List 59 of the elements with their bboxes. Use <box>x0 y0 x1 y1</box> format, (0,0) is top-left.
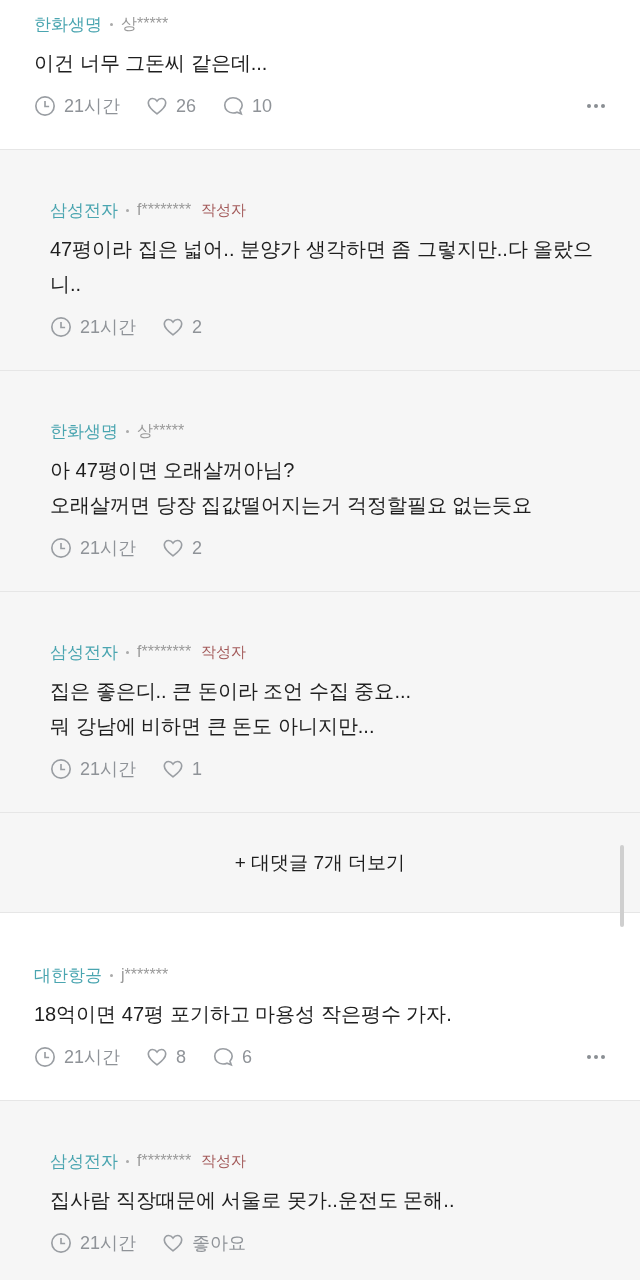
comment-text: 아 47평이면 오래살꺼아님? 오래살꺼면 당장 집값떨어지는거 걱정할필요 없는듯요 <box>50 458 534 518</box>
like-count[interactable]: 26 <box>176 95 197 117</box>
separator-dot <box>110 22 113 26</box>
user-name: f******** <box>137 201 192 219</box>
time-ago: 21시간 <box>80 316 137 339</box>
like-count[interactable]: 8 <box>176 1046 187 1068</box>
more-options-icon[interactable] <box>586 103 606 109</box>
time-ago: 21시간 <box>80 1232 137 1255</box>
heart-icon[interactable] <box>162 537 185 559</box>
user-name: j******* <box>121 966 169 984</box>
like-count[interactable]: 좋아요 <box>192 1231 247 1255</box>
like-count[interactable]: 1 <box>192 758 203 780</box>
company-name: 대한항공 <box>34 964 102 987</box>
separator-dot <box>126 650 129 654</box>
company-name: 삼성전자 <box>50 1150 118 1173</box>
clock-icon <box>50 758 72 780</box>
heart-icon[interactable] <box>162 1232 185 1254</box>
speech-bubble-icon[interactable] <box>212 1046 235 1068</box>
company-name: 한화생명 <box>34 13 102 36</box>
like-count[interactable]: 2 <box>192 537 203 559</box>
heart-icon[interactable] <box>162 758 185 780</box>
heart-icon[interactable] <box>146 95 169 117</box>
comment-text: 18억이면 47평 포기하고 마용성 작은평수 가자. <box>34 1002 453 1027</box>
scrollbar[interactable] <box>620 845 624 927</box>
heart-icon[interactable] <box>162 316 185 338</box>
comment-text: 집은 좋은디.. 큰 돈이라 조언 수집 중요... 뭐 강남에 비하면 큰 돈도 아니지만... <box>50 679 413 739</box>
reply-count[interactable]: 10 <box>252 95 273 117</box>
heart-icon[interactable] <box>146 1046 169 1068</box>
clock-icon <box>34 1046 56 1068</box>
clock-icon <box>50 1232 72 1254</box>
company-name: 한화생명 <box>50 420 118 443</box>
user-name: f******** <box>137 1152 192 1170</box>
separator-dot <box>126 429 129 433</box>
time-ago: 21시간 <box>80 537 137 560</box>
separator-dot <box>126 208 129 212</box>
separator-dot <box>126 1159 129 1163</box>
comment-text: 47평이라 집은 넓어.. 분양가 생각하면 좀 그렇지만..다 올랐으니.. <box>50 237 595 297</box>
comment-text: 이건 너무 그돈씨 같은데... <box>34 51 269 76</box>
time-ago: 21시간 <box>64 95 121 118</box>
user-name: 상***** <box>121 13 169 34</box>
separator-dot <box>110 973 113 977</box>
clock-icon <box>34 95 56 117</box>
author-label: 작성자 <box>201 200 247 220</box>
author-label: 작성자 <box>201 642 247 662</box>
company-name: 삼성전자 <box>50 199 118 222</box>
like-count[interactable]: 2 <box>192 316 203 338</box>
reply-count[interactable]: 6 <box>242 1046 253 1068</box>
clock-icon <box>50 316 72 338</box>
more-replies-button[interactable]: + 대댓글 7개 더보기 <box>222 841 418 884</box>
company-name: 삼성전자 <box>50 641 118 664</box>
user-name: 상***** <box>137 420 185 441</box>
clock-icon <box>50 537 72 559</box>
user-name: f******** <box>137 643 192 661</box>
time-ago: 21시간 <box>80 758 137 781</box>
more-options-icon[interactable] <box>586 1054 606 1060</box>
author-label: 작성자 <box>201 1151 247 1171</box>
comment-text: 집사람 직장때문에 서울로 못가..운전도 몬해.. <box>50 1188 456 1213</box>
speech-bubble-icon[interactable] <box>222 95 245 117</box>
time-ago: 21시간 <box>64 1046 121 1069</box>
